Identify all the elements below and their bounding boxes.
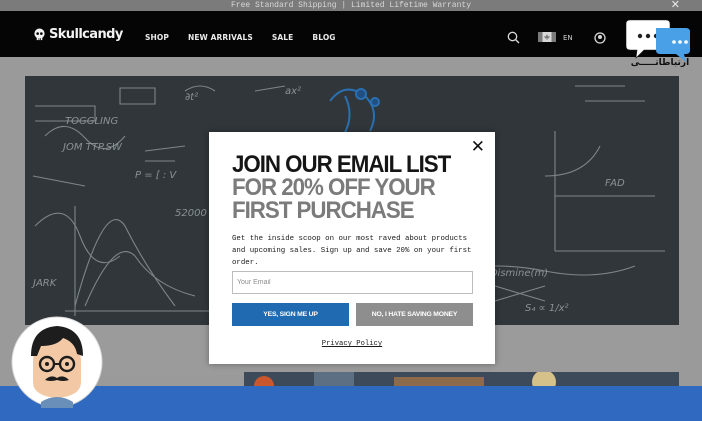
svg-text:JARK: JARK [31,278,58,289]
svg-text:JOM TTP.SW: JOM TTP.SW [61,142,123,153]
modal-title-line1: JOIN OUR EMAIL LIST [232,151,451,178]
email-field[interactable] [232,271,473,294]
email-signup-modal: ✕ JOIN OUR EMAIL LIST FOR 20% OFF YOUR F… [209,132,495,364]
announcement-text: Free Standard Shipping | Limited Lifetim… [230,1,472,10]
modal-title-line2: FOR 20% OFF YOUR [232,174,436,201]
search-icon[interactable] [507,31,520,44]
brand-logo[interactable]: Skullcandy [33,27,123,42]
avatar-cartoon-icon [11,316,103,408]
privacy-policy-link[interactable]: Privacy Policy [209,340,495,348]
nav-item-new-arrivals[interactable]: NEW ARRIVALS [188,33,253,42]
modal-close-icon[interactable]: ✕ [471,139,485,156]
decline-button[interactable]: NO, I HATE SAVING MONEY [356,303,473,326]
svg-text:ax²: ax² [285,86,301,97]
modal-title-line3: FIRST PURCHASE [232,197,415,224]
bottom-strip [0,386,702,421]
skull-logo-icon [34,28,45,41]
modal-title: JOIN OUR EMAIL LIST FOR 20% OFF YOUR FIR… [232,151,467,224]
watermark-label: ارتباطاتـــــی [630,58,690,68]
svg-text:S₄ ∝ 1/x²: S₄ ∝ 1/x² [525,303,569,314]
nav-item-blog[interactable]: BLOG [312,33,335,42]
svg-text:P = [ : V: P = [ : V [135,170,177,181]
signup-button[interactable]: YES, SIGN ME UP [232,303,349,326]
nav-item-sale[interactable]: SALE [272,33,294,42]
svg-text:52000: 52000 [175,208,207,219]
account-icon[interactable] [594,32,606,44]
page: Free Standard Shipping | Limited Lifetim… [0,0,702,421]
announcement-close-icon[interactable]: ✕ [671,0,680,10]
svg-text:FAD: FAD [605,178,625,189]
svg-text:∂t²: ∂t² [185,92,198,103]
canada-flag-icon[interactable] [538,32,556,42]
site-header: Skullcandy SHOP NEW ARRIVALS SALE BLOG E… [0,11,702,57]
nav-item-shop[interactable]: SHOP [145,33,169,42]
brand-logo-text: Skullcandy [49,27,123,42]
svg-text:TOGGLING: TOGGLING [65,116,118,127]
announcement-bar: Free Standard Shipping | Limited Lifetim… [0,0,702,11]
main-nav: SHOP NEW ARRIVALS SALE BLOG [145,33,355,42]
modal-description: Get the inside scoop on our most raved a… [232,235,472,267]
language-selector[interactable]: EN [563,34,573,42]
